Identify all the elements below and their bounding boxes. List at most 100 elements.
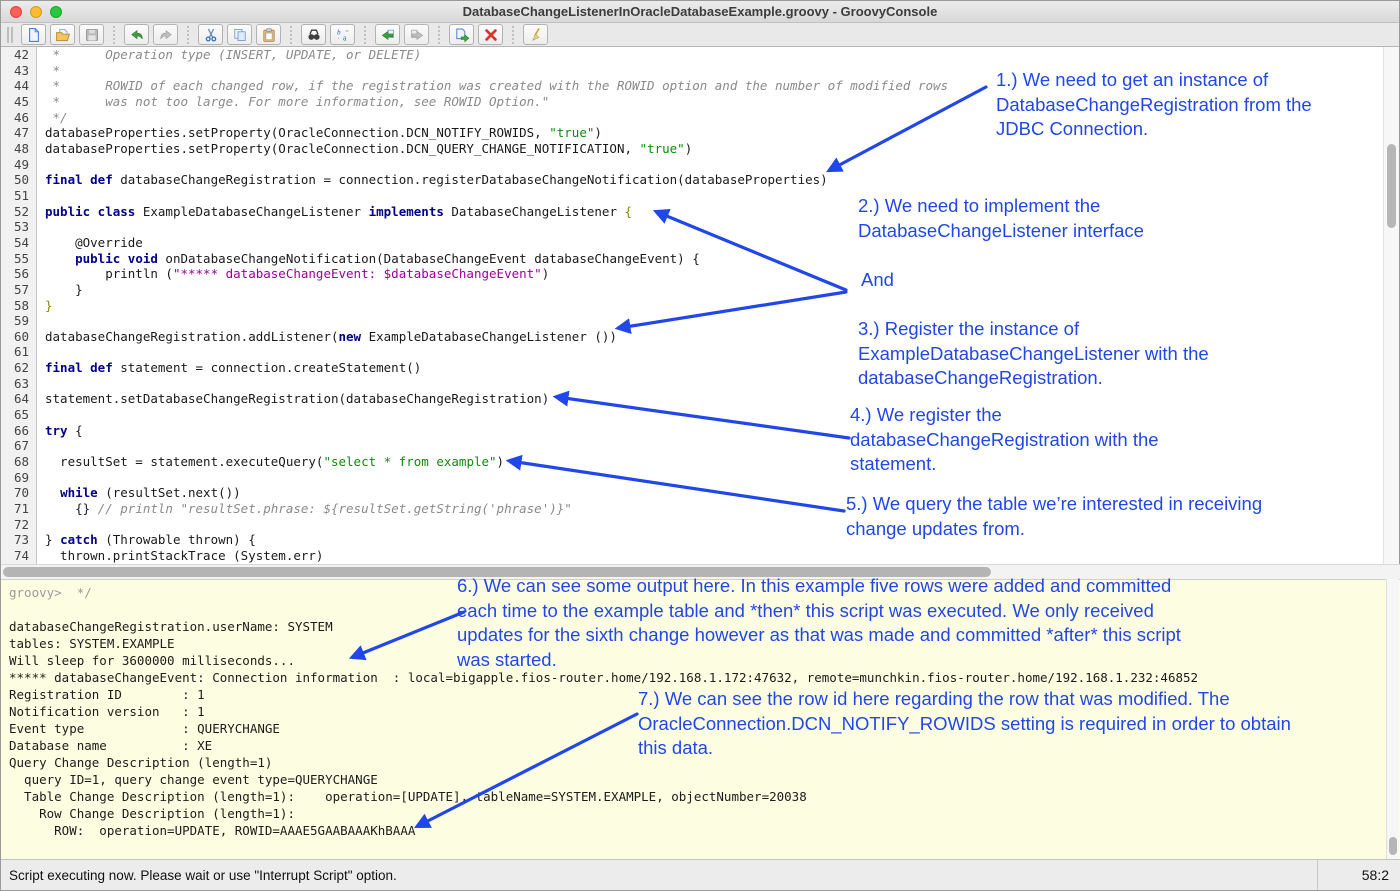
toolbar: ba xyxy=(1,23,1399,47)
code-line[interactable]: 42 * Operation type (INSERT, UPDATE, or … xyxy=(1,47,1383,63)
copy-icon xyxy=(232,27,248,43)
paste-button[interactable] xyxy=(256,24,281,45)
code-text: * ROWID of each changed row, if the regi… xyxy=(37,78,948,94)
code-text xyxy=(37,438,45,454)
replace-icon: ba xyxy=(335,27,351,43)
caret-position: 58:2 xyxy=(1317,860,1400,890)
line-number: 62 xyxy=(1,360,37,376)
clear-output-icon xyxy=(528,27,544,43)
code-line[interactable]: 53 xyxy=(1,219,1383,235)
code-text: {} // println "resultSet.phrase: ${resul… xyxy=(37,501,572,517)
line-number: 42 xyxy=(1,47,37,63)
line-number: 60 xyxy=(1,329,37,345)
code-line[interactable]: 49 xyxy=(1,157,1383,173)
code-line[interactable]: 58} xyxy=(1,298,1383,314)
save-file-icon xyxy=(84,27,100,43)
annotation-note-2: 2.) We need to implement the DatabaseCha… xyxy=(858,194,1144,243)
annotation-note-3: 3.) Register the instance of ExampleData… xyxy=(858,317,1209,391)
annotation-note-7: 7.) We can see the row id here regarding… xyxy=(638,687,1291,761)
execute-script-button[interactable] xyxy=(449,24,474,45)
line-number: 47 xyxy=(1,125,37,141)
redo-button[interactable] xyxy=(153,24,178,45)
history-next-icon xyxy=(409,27,425,43)
line-number: 67 xyxy=(1,438,37,454)
undo-icon xyxy=(129,27,145,43)
open-file-icon xyxy=(55,27,71,43)
code-text xyxy=(37,157,45,173)
window-title: DatabaseChangeListenerInOracleDatabaseEx… xyxy=(1,4,1399,19)
code-line[interactable]: 74 thrown.printStackTrace (System.err) xyxy=(1,548,1383,564)
title-bar: DatabaseChangeListenerInOracleDatabaseEx… xyxy=(1,1,1399,23)
code-line[interactable]: 66try { xyxy=(1,423,1383,439)
annotation-note-1: 1.) We need to get an instance of Databa… xyxy=(996,68,1312,142)
code-text: } xyxy=(37,298,53,314)
code-line[interactable]: 67 xyxy=(1,438,1383,454)
code-line[interactable]: 64statement.setDatabaseChangeRegistratio… xyxy=(1,391,1383,407)
save-file-button[interactable] xyxy=(79,24,104,45)
code-line[interactable]: 69 xyxy=(1,470,1383,486)
toolbar-separator xyxy=(438,26,440,44)
code-line[interactable]: 68 resultSet = statement.executeQuery("s… xyxy=(1,454,1383,470)
find-icon xyxy=(306,27,322,43)
line-number: 54 xyxy=(1,235,37,251)
editor-vertical-scrollbar-thumb[interactable] xyxy=(1387,144,1396,228)
code-text: final def databaseChangeRegistration = c… xyxy=(37,172,828,188)
line-number: 57 xyxy=(1,282,37,298)
undo-button[interactable] xyxy=(124,24,149,45)
new-file-button[interactable] xyxy=(21,24,46,45)
code-text: statement.setDatabaseChangeRegistration(… xyxy=(37,391,549,407)
code-line[interactable]: 52public class ExampleDatabaseChangeList… xyxy=(1,204,1383,220)
code-line[interactable]: 65 xyxy=(1,407,1383,423)
line-number: 61 xyxy=(1,344,37,360)
line-number: 48 xyxy=(1,141,37,157)
line-number: 70 xyxy=(1,485,37,501)
code-line[interactable]: 56 println ("***** databaseChangeEvent: … xyxy=(1,266,1383,282)
toolbar-separator xyxy=(512,26,514,44)
code-line[interactable]: 54 @Override xyxy=(1,235,1383,251)
line-number: 68 xyxy=(1,454,37,470)
cut-button[interactable] xyxy=(198,24,223,45)
interrupt-script-button[interactable] xyxy=(478,24,503,45)
line-number: 74 xyxy=(1,548,37,564)
line-number: 44 xyxy=(1,78,37,94)
output-vertical-scrollbar[interactable] xyxy=(1386,579,1399,859)
code-line[interactable]: 55 public void onDatabaseChangeNotificat… xyxy=(1,251,1383,267)
line-number: 63 xyxy=(1,376,37,392)
toolbar-drag-handle[interactable] xyxy=(7,27,13,43)
toolbar-separator xyxy=(290,26,292,44)
history-previous-button[interactable] xyxy=(375,24,400,45)
line-number: 43 xyxy=(1,63,37,79)
code-line[interactable]: 50final def databaseChangeRegistration =… xyxy=(1,172,1383,188)
code-text xyxy=(37,407,45,423)
paste-icon xyxy=(261,27,277,43)
line-number: 51 xyxy=(1,188,37,204)
line-number: 50 xyxy=(1,172,37,188)
line-number: 46 xyxy=(1,110,37,126)
code-line[interactable]: 51 xyxy=(1,188,1383,204)
history-next-button[interactable] xyxy=(404,24,429,45)
code-line[interactable]: 57 } xyxy=(1,282,1383,298)
code-text xyxy=(37,470,45,486)
output-vertical-scrollbar-thumb[interactable] xyxy=(1389,837,1397,855)
code-text xyxy=(37,344,45,360)
cut-icon xyxy=(203,27,219,43)
execute-script-icon xyxy=(454,27,470,43)
code-line[interactable]: 48databaseProperties.setProperty(OracleC… xyxy=(1,141,1383,157)
code-text xyxy=(37,313,45,329)
code-text xyxy=(37,188,45,204)
annotation-note-and: And xyxy=(861,268,894,293)
svg-text:a: a xyxy=(343,33,347,42)
copy-button[interactable] xyxy=(227,24,252,45)
code-text: * was not too large. For more informatio… xyxy=(37,94,549,110)
replace-button[interactable]: ba xyxy=(330,24,355,45)
find-button[interactable] xyxy=(301,24,326,45)
code-text: */ xyxy=(37,110,68,126)
clear-output-button[interactable] xyxy=(523,24,548,45)
editor-vertical-scrollbar[interactable] xyxy=(1383,47,1399,564)
code-text xyxy=(37,517,45,533)
code-text: databaseProperties.setProperty(OracleCon… xyxy=(37,141,692,157)
new-file-icon xyxy=(26,27,42,43)
line-number: 52 xyxy=(1,204,37,220)
code-text: resultSet = statement.executeQuery("sele… xyxy=(37,454,504,470)
open-file-button[interactable] xyxy=(50,24,75,45)
